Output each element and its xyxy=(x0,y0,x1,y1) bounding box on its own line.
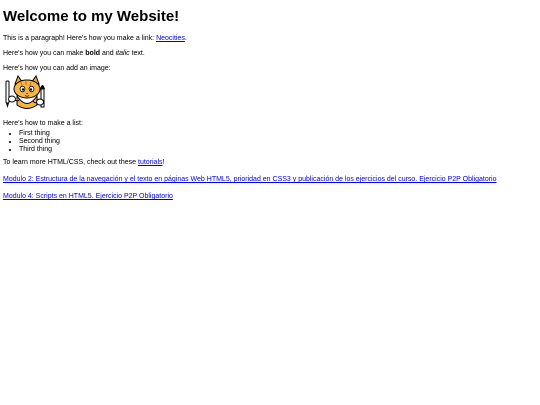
paragraph-link-end: . xyxy=(184,35,187,42)
thing-list: First thing Second thing Third thing xyxy=(3,130,537,154)
pencil-shape xyxy=(5,80,10,108)
list-item: First thing xyxy=(19,130,537,138)
paragraph-learn-text: To learn more HTML/CSS, check out these xyxy=(3,159,138,166)
paragraph-image: Here's how you can add an image: xyxy=(3,65,111,72)
paragraph-learn-end: ! xyxy=(162,159,165,166)
neocities-cat-mascot-icon xyxy=(5,75,45,109)
page: Welcome to my Website! This is a paragra… xyxy=(0,0,540,201)
paragraph-formatting-end: text. xyxy=(129,50,145,57)
module-4-paragraph: Modulo 4: Scripts en HTML5. Ejercicio P2… xyxy=(3,192,537,201)
paragraph-link: This is a paragraph! Here's how you make… xyxy=(3,34,537,43)
paragraph-list-intro: Here's how to make a list: xyxy=(3,120,83,127)
paragraph-formatting-start: Here's how you can make xyxy=(3,50,86,57)
module-4-link[interactable]: Modulo 4: Scripts en HTML5. Ejercicio P2… xyxy=(3,193,173,200)
tutorials-link[interactable]: tutorials xyxy=(138,159,163,166)
paragraph-formatting-middle: and xyxy=(100,50,116,57)
bold-text: bold xyxy=(85,50,101,57)
paragraph-formatting: Here's how you can make bold and italic … xyxy=(3,49,537,58)
page-title: Welcome to my Website! xyxy=(3,8,180,25)
neocities-link[interactable]: Neocities xyxy=(156,35,185,42)
paragraph-learn: To learn more HTML/CSS, check out these … xyxy=(3,158,537,167)
italic-text: italic xyxy=(115,50,130,57)
list-item: Third thing xyxy=(19,146,537,154)
module-2-link[interactable]: Modulo 2: Estructura de la navegación y … xyxy=(3,176,497,183)
module-2-paragraph: Modulo 2: Estructura de la navegación y … xyxy=(3,175,537,184)
list-item: Second thing xyxy=(19,138,537,146)
paragraph-link-text: This is a paragraph! Here's how you make… xyxy=(3,35,157,42)
